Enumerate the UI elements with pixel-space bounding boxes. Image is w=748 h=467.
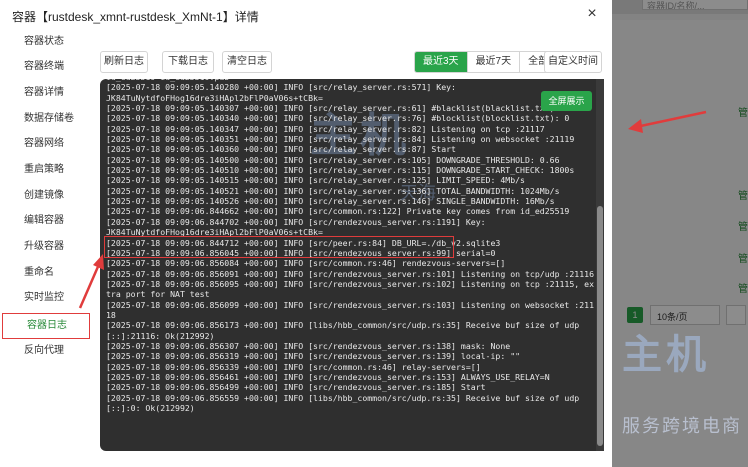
log-line: [2025-07-18 09:09:05.140351 +00:00] INFO… <box>106 134 575 145</box>
side-item-logs[interactable]: 容器日志 <box>2 313 90 339</box>
log-line: [2025-07-18 09:09:06.856559 +00:00] INFO… <box>106 392 585 413</box>
log-line: [2025-07-18 09:09:05.140500 +00:00] INFO… <box>106 154 560 165</box>
log-line: [2025-07-18 09:09:06.856084 +00:00] INFO… <box>106 258 506 269</box>
log-scrollbar-thumb[interactable] <box>597 206 603 446</box>
log-line: JK84TuNytdfoFHog16dre3iHApl2bFlP0aV06s+t… <box>106 92 323 103</box>
log-line: [2025-07-18 09:09:06.856461 +00:00] INFO… <box>106 371 550 382</box>
log-line: [2025-07-18 09:09:05.140280 +00:00] INFO… <box>106 82 456 93</box>
log-line: [2025-07-18 09:09:06.856339 +00:00] INFO… <box>106 361 481 372</box>
side-item-terminal[interactable]: 容器终端 <box>0 55 90 79</box>
custom-time-button[interactable]: 自定义时间 <box>544 51 602 73</box>
log-line: [2025-07-18 09:09:06.856499 +00:00] INFO… <box>106 382 486 393</box>
log-line: [2025-07-18 09:09:05.140526 +00:00] INFO… <box>106 196 555 207</box>
container-detail-dialog: 容器【rustdesk_xmnt-rustdesk_XmNt-1】详情 × 容器… <box>0 0 612 467</box>
log-line: [2025-07-18 09:09:06.856173 +00:00] INFO… <box>106 320 585 341</box>
side-item-upgrade[interactable]: 升级容器 <box>0 235 90 259</box>
side-item-reverse-proxy[interactable]: 反向代理 <box>0 339 90 363</box>
log-line: [2025-07-18 09:09:06.844662 +00:00] INFO… <box>106 206 570 217</box>
log-line: [2025-07-18 09:09:06.856091 +00:00] INFO… <box>106 268 594 279</box>
side-item-monitor[interactable]: 实时监控 <box>0 286 90 310</box>
fullscreen-button[interactable]: 全屏展示 <box>541 91 592 111</box>
log-line: [2025-07-18 09:09:05.140510 +00:00] INFO… <box>106 165 575 176</box>
time-range-group: 最近3天 最近7天 全部 <box>414 51 558 73</box>
clear-log-button[interactable]: 清空日志 <box>222 51 272 73</box>
side-item-volumes[interactable]: 数据存储卷 <box>0 107 90 131</box>
side-item-network[interactable]: 容器网络 <box>0 132 90 156</box>
refresh-log-button[interactable]: 刷新日志 <box>100 51 148 73</box>
log-panel: 主机 天海 id_ed25519 id_ed25519.pub[2025-07-… <box>100 79 604 451</box>
side-item-status[interactable]: 容器状态 <box>0 30 90 54</box>
log-line: [2025-07-18 09:09:05.140360 +00:00] INFO… <box>106 144 456 155</box>
log-line: [2025-07-18 09:09:05.140347 +00:00] INFO… <box>106 123 545 134</box>
log-line: [2025-07-18 09:09:05.140340 +00:00] INFO… <box>106 113 570 124</box>
background-watermark: 主机 <box>622 333 710 377</box>
range-3-days[interactable]: 最近3天 <box>415 52 467 72</box>
log-line: [2025-07-18 09:09:05.140521 +00:00] INFO… <box>106 185 560 196</box>
log-line: [2025-07-18 09:09:06.856099 +00:00] INFO… <box>106 299 594 320</box>
log-line: [2025-07-18 09:09:06.856307 +00:00] INFO… <box>106 340 511 351</box>
side-item-rename[interactable]: 重命名 <box>0 261 90 285</box>
log-line: [2025-07-18 09:09:05.140307 +00:00] INFO… <box>106 103 570 114</box>
download-log-button[interactable]: 下载日志 <box>162 51 214 73</box>
side-menu: 容器状态 容器终端 容器详情 数据存储卷 容器网络 重启策略 创建镜像 编辑容器… <box>0 30 92 467</box>
dialog-title: 容器【rustdesk_xmnt-rustdesk_XmNt-1】详情 <box>12 10 259 24</box>
log-line: [2025-07-18 09:09:06.856319 +00:00] INFO… <box>106 351 521 362</box>
side-item-details[interactable]: 容器详情 <box>0 81 90 105</box>
side-item-restart-policy[interactable]: 重启策略 <box>0 158 90 182</box>
key-line-highlight <box>104 236 454 258</box>
dialog-header: 容器【rustdesk_xmnt-rustdesk_XmNt-1】详情 × <box>0 0 612 30</box>
log-line: [2025-07-18 09:09:06.856095 +00:00] INFO… <box>106 278 594 300</box>
side-item-edit[interactable]: 编辑容器 <box>0 209 90 233</box>
log-line: [2025-07-18 09:09:06.844702 +00:00] INFO… <box>106 216 486 227</box>
background-watermark-text: 服务跨境电商 <box>622 416 742 436</box>
close-icon[interactable]: × <box>584 6 600 22</box>
range-7-days[interactable]: 最近7天 <box>466 52 520 72</box>
side-item-create-image[interactable]: 创建镜像 <box>0 184 90 208</box>
log-line: [2025-07-18 09:09:05.140515 +00:00] INFO… <box>106 175 525 186</box>
